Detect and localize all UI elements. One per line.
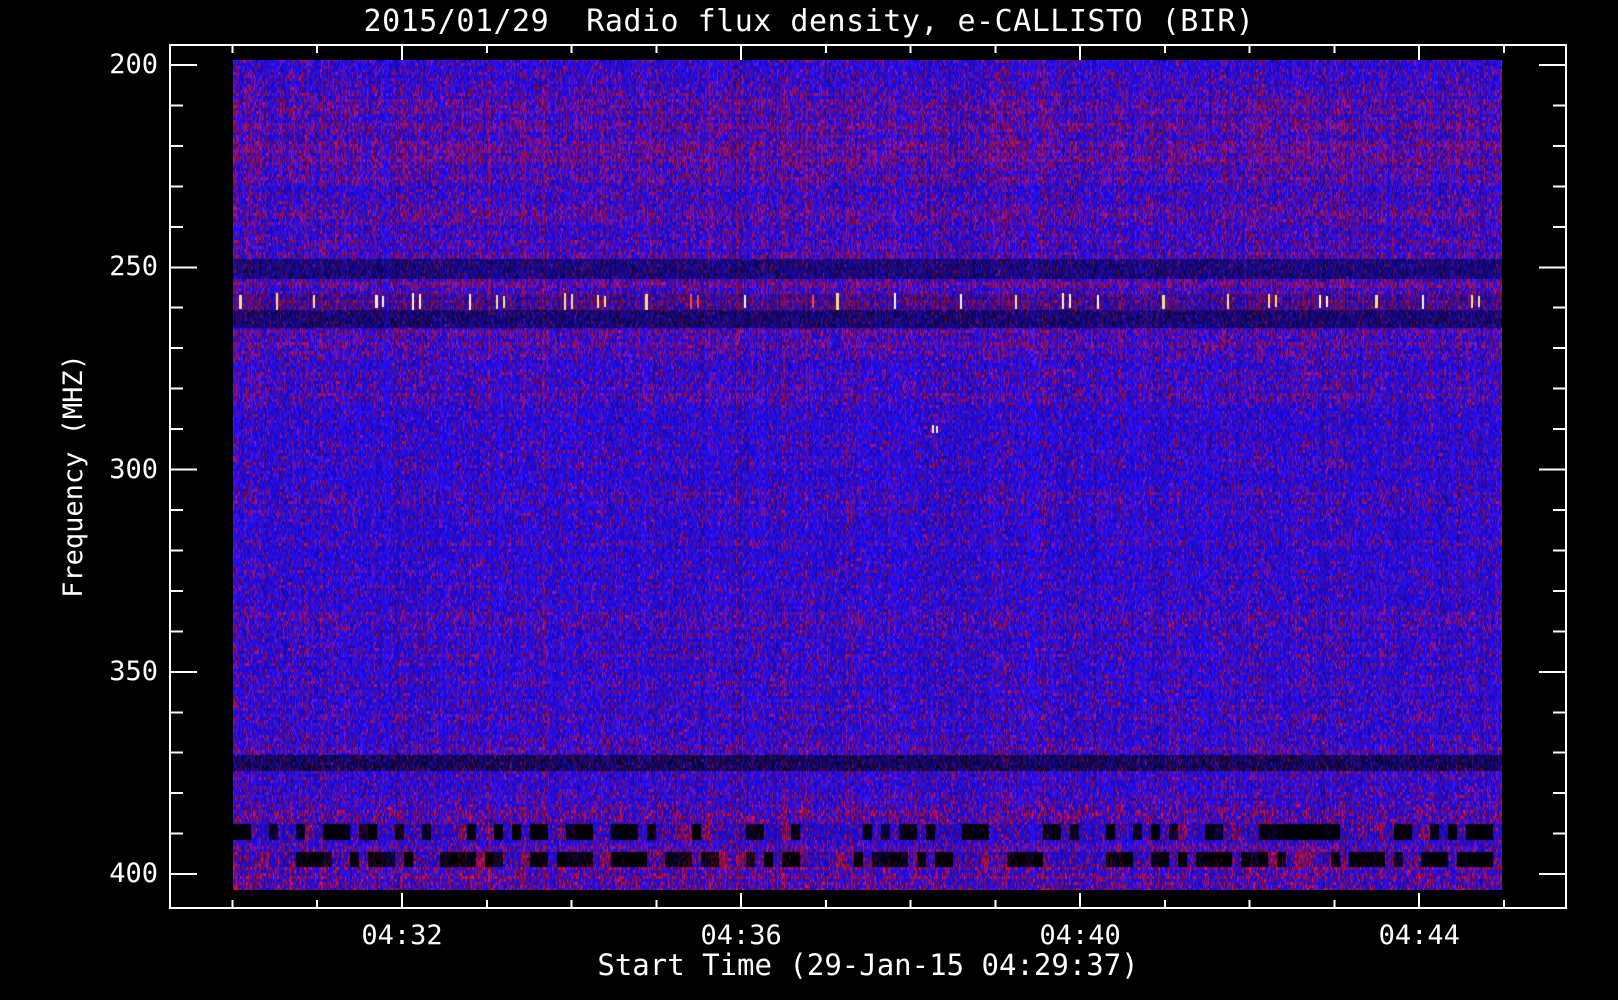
y-tick-label: 350 [109,655,158,687]
plot-frame [169,44,1567,909]
y-tick-label: 300 [109,453,158,485]
y-tick-label: 250 [109,251,158,283]
spectrogram-figure: 2015/01/29 Radio flux density, e-CALLIST… [0,0,1618,1000]
x-tick-label: 04:32 [361,920,443,951]
y-tick-label: 200 [109,49,158,80]
y-tick-label: 400 [109,858,158,890]
x-tick-label: 04:40 [1039,920,1121,951]
chart-title: 2015/01/29 Radio flux density, e-CALLIST… [363,4,1255,39]
axes-frame [169,44,1567,909]
x-tick-label: 04:36 [700,920,782,951]
x-axis-label: Start Time (29-Jan-15 04:29:37) [597,948,1139,982]
x-tick-label: 04:44 [1378,920,1460,951]
